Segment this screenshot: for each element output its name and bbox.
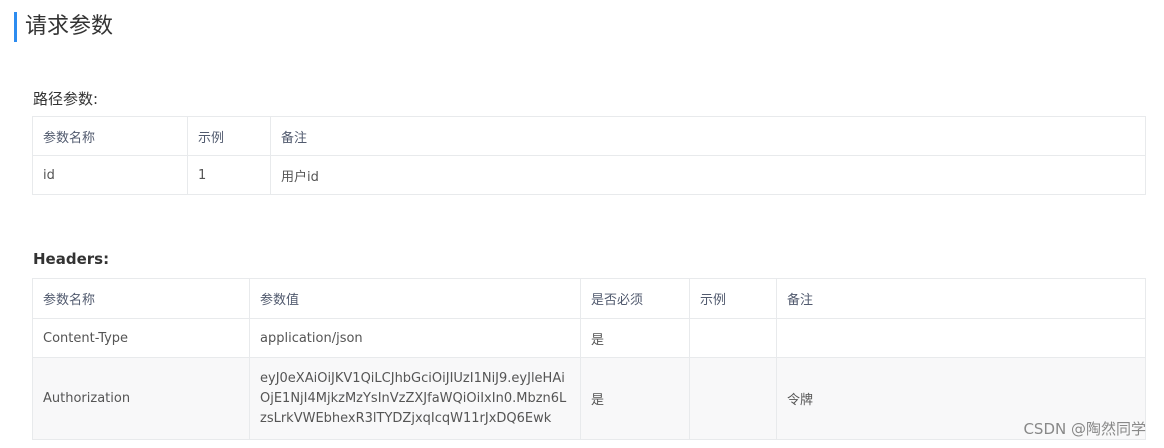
headers-title: Headers:: [33, 250, 110, 268]
table-cell: Authorization: [32, 357, 250, 440]
table-cell: [689, 318, 777, 358]
column-header: 参数名称: [32, 278, 250, 319]
table-cell: 是: [580, 318, 690, 358]
table-cell: Content-Type: [32, 318, 250, 358]
column-header: 示例: [187, 116, 271, 156]
headers-table: 参数名称 参数值 是否必须 示例 备注 Content-Type applica…: [32, 278, 1146, 440]
path-params-title: 路径参数:: [33, 90, 99, 108]
path-params-table: 参数名称 示例 备注 id 1 用户id: [32, 116, 1146, 195]
column-header: 参数名称: [32, 116, 188, 156]
table-cell: id: [32, 155, 188, 195]
section-title: 请求参数: [14, 12, 113, 42]
watermark: CSDN @陶然同学: [1023, 420, 1146, 438]
table-cell: [776, 318, 1146, 358]
column-header: 备注: [776, 278, 1146, 319]
table-cell: 1: [187, 155, 271, 195]
table-cell: [689, 357, 777, 440]
column-header: 示例: [689, 278, 777, 319]
table-row: Content-Type application/json 是: [32, 318, 1146, 358]
column-header: 是否必须: [580, 278, 690, 319]
column-header: 备注: [270, 116, 1146, 156]
table-cell: 用户id: [270, 155, 1146, 195]
column-header: 参数值: [249, 278, 581, 319]
token-value-cell: eyJ0eXAiOiJKV1QiLCJhbGciOiJIUzI1NiJ9.eyJ…: [249, 357, 581, 440]
table-cell: application/json: [249, 318, 581, 358]
table-header-row: 参数名称 参数值 是否必须 示例 备注: [32, 278, 1146, 319]
table-row: Authorization eyJ0eXAiOiJKV1QiLCJhbGciOi…: [32, 357, 1146, 440]
table-header-row: 参数名称 示例 备注: [32, 116, 1146, 156]
table-cell: 是: [580, 357, 690, 440]
table-row: id 1 用户id: [32, 155, 1146, 195]
